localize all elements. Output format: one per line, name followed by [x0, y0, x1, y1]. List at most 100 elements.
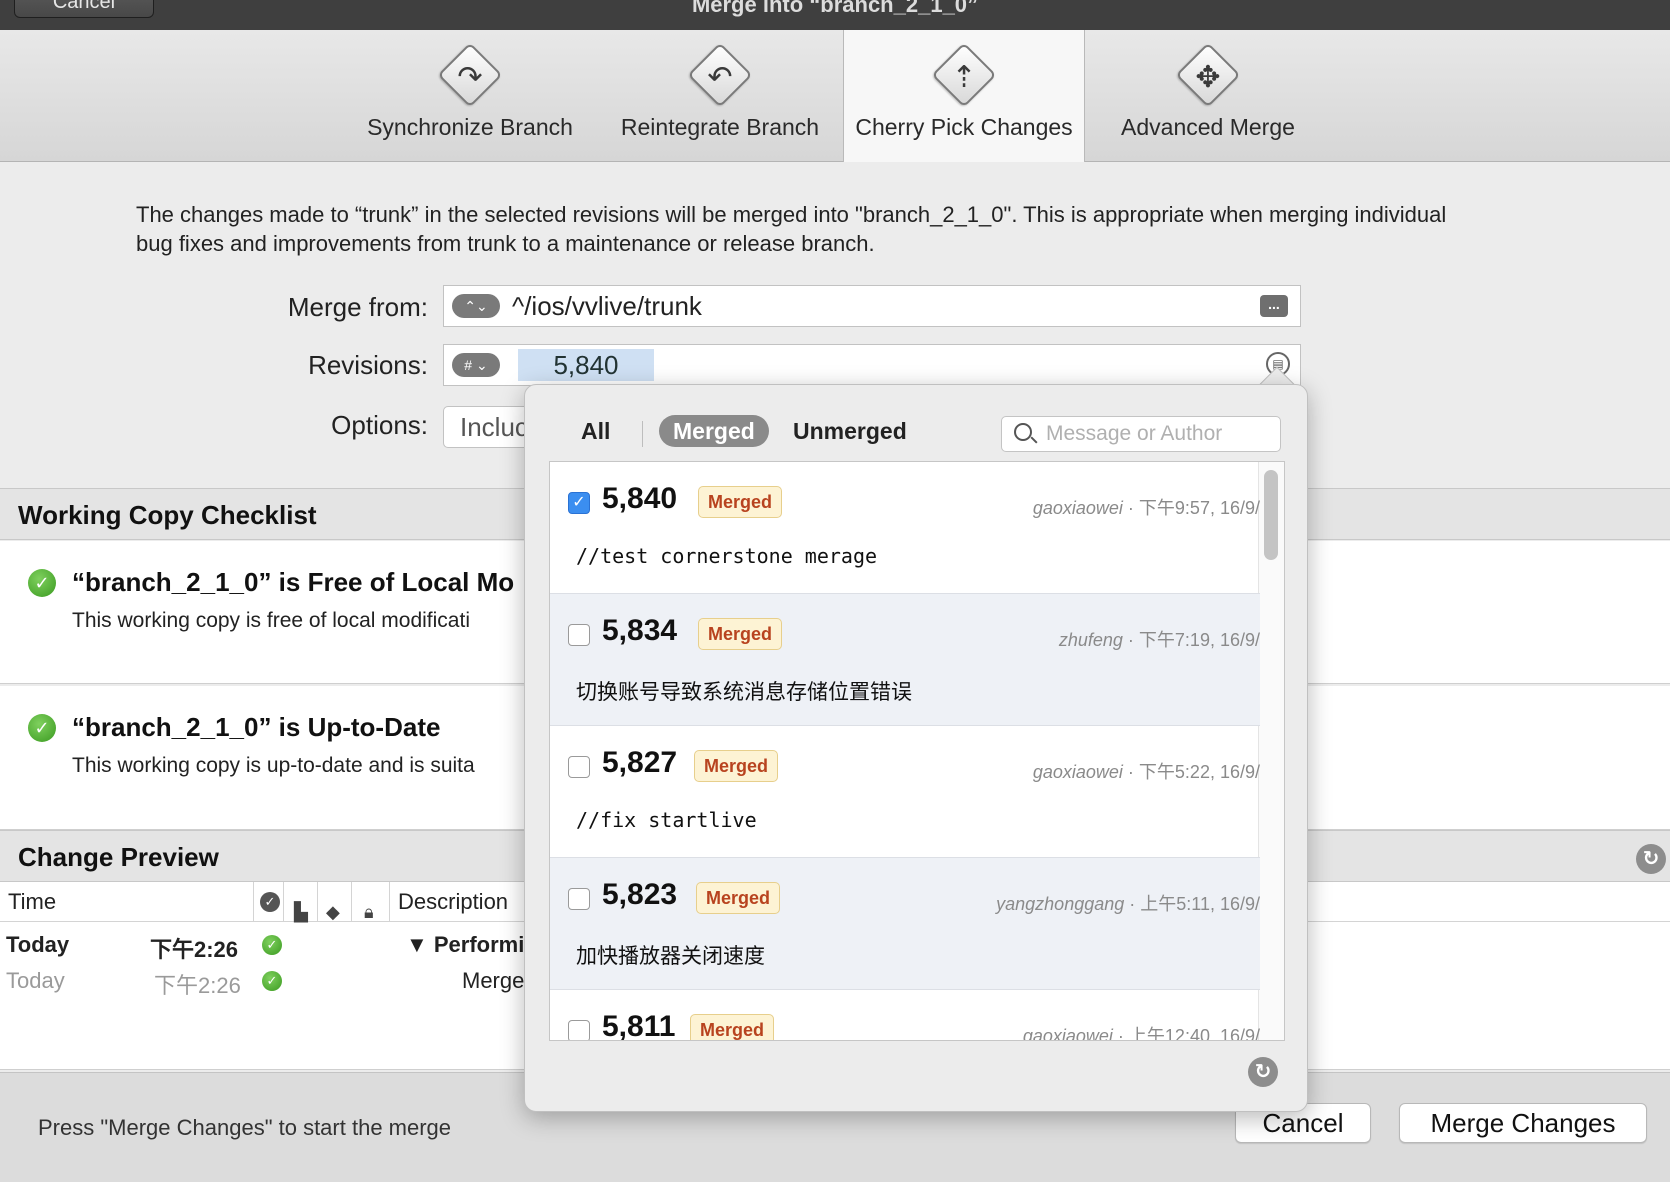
revision-time: · 下午5:22, 16/9/: [1122, 762, 1260, 782]
row-day: Today: [6, 932, 70, 957]
revisions-field[interactable]: # ⌄ 5,840 ▤: [443, 344, 1301, 386]
revision-time: · 上午12:40, 16/9/: [1112, 1026, 1260, 1041]
status-badge: Merged: [698, 618, 783, 650]
tab-reintegrate-branch[interactable]: ↶ Reintegrate Branch: [604, 30, 836, 161]
search-icon: [1014, 423, 1032, 441]
revision-message: 加快播放器关闭速度: [576, 944, 765, 968]
cherry-pick-icon: ⇡: [951, 60, 977, 95]
checklist-item-title: “branch_2_1_0” is Free of Local Mo: [72, 567, 515, 597]
row-day: Today: [6, 968, 65, 993]
revision-meta: gaoxiaowei · 上午12:40, 16/9/: [1023, 1022, 1260, 1041]
revision-author: gaoxiaowei: [1032, 498, 1123, 518]
revision-row[interactable]: 5,834 Merged zhufeng · 下午7:19, 16/9/ 切换账…: [550, 594, 1260, 726]
row-description: ▼ Performi: [406, 932, 525, 957]
row-time: 下午2:26: [150, 937, 239, 962]
revision-time: · 下午7:19, 16/9/: [1122, 630, 1260, 650]
revision-checkbox[interactable]: [568, 1020, 590, 1040]
column-header-time[interactable]: Time: [0, 882, 254, 922]
revision-row[interactable]: 5,811 Merged gaoxiaowei · 上午12:40, 16/9/: [550, 990, 1260, 1041]
tab-advanced-merge[interactable]: ✥ Advanced Merge: [1094, 30, 1322, 161]
column-header-status[interactable]: ✓: [254, 882, 284, 922]
revision-checkbox[interactable]: [568, 756, 590, 778]
check-icon: ✓: [28, 714, 56, 742]
revision-number: 5,834: [602, 614, 678, 647]
revision-search-field[interactable]: [1001, 416, 1281, 452]
revision-picker-popover: All Merged Unmerged ✓ 5,840 Merged gaoxi…: [524, 384, 1308, 1112]
revision-row[interactable]: 5,823 Merged yangzhonggang · 上午5:11, 16/…: [550, 858, 1260, 990]
revision-checkbox[interactable]: [568, 624, 590, 646]
revision-number: 5,823: [602, 878, 678, 911]
tab-label: Reintegrate Branch: [620, 114, 820, 140]
revision-checkbox[interactable]: [568, 888, 590, 910]
merge-mode-toolbar: ↷ Synchronize Branch ↶ Reintegrate Branc…: [0, 30, 1670, 162]
column-header-lock[interactable]: 🔒︎: [352, 882, 390, 922]
status-badge: Merged: [694, 750, 779, 782]
filter-all[interactable]: All: [581, 415, 610, 447]
merge-from-value: ^/ios/vvlive/trunk: [512, 291, 702, 321]
revision-list: ✓ 5,840 Merged gaoxiaowei · 下午9:57, 16/9…: [549, 461, 1285, 1041]
row-description: Merge: [462, 968, 525, 993]
browse-button[interactable]: ...: [1260, 295, 1288, 317]
row-time: 下午2:26: [154, 973, 241, 998]
revision-author: yangzhonggang: [996, 894, 1125, 914]
status-column-icon: ✓: [260, 892, 280, 912]
tab-label: Synchronize Branch: [367, 114, 573, 140]
merge-changes-button[interactable]: Merge Changes: [1399, 1103, 1647, 1143]
window-title: Merge into “branch_2_1_0”: [691, 0, 979, 17]
path-type-popup[interactable]: ⌃⌄: [452, 294, 500, 318]
revision-number: 5,811: [602, 1010, 676, 1041]
revision-number: 5,840: [602, 482, 678, 515]
revision-row[interactable]: 5,827 Merged gaoxiaowei · 下午5:22, 16/9/ …: [550, 726, 1260, 858]
scrollbar-thumb[interactable]: [1264, 470, 1278, 560]
tab-synchronize-branch[interactable]: ↷ Synchronize Branch: [356, 30, 584, 161]
file-icon: ▙: [294, 902, 308, 922]
revision-message: //fix startlive: [576, 808, 757, 832]
check-icon: ✓: [28, 569, 56, 597]
revision-row[interactable]: ✓ 5,840 Merged gaoxiaowei · 下午9:57, 16/9…: [550, 462, 1260, 594]
revision-number: 5,827: [602, 746, 678, 779]
tab-label: Cherry Pick Changes: [855, 114, 1073, 140]
revision-time: · 上午5:11, 16/9/: [1124, 894, 1260, 914]
revision-checkbox[interactable]: ✓: [568, 492, 590, 514]
checklist-item-title: “branch_2_1_0” is Up-to-Date: [72, 712, 441, 742]
revision-meta: gaoxiaowei · 下午5:22, 16/9/: [1033, 758, 1260, 784]
merge-from-field[interactable]: ⌃⌄ ^/ios/vvlive/trunk ...: [443, 285, 1301, 327]
preview-refresh-icon[interactable]: ↻: [1636, 844, 1666, 874]
revision-author: gaoxiaowei: [1032, 762, 1123, 782]
column-header-tag[interactable]: ◆: [318, 882, 352, 922]
filter-unmerged[interactable]: Unmerged: [793, 415, 907, 447]
merge-description: The changes made to “trunk” in the selec…: [136, 202, 1447, 256]
tag-icon: ◆: [326, 902, 340, 922]
checklist-item-subtitle: This working copy is free of local modif…: [72, 609, 470, 632]
revision-meta: zhufeng · 下午7:19, 16/9/: [1059, 626, 1260, 652]
revision-meta: gaoxiaowei · 下午9:57, 16/9/: [1033, 494, 1260, 520]
revision-search-input[interactable]: [1046, 419, 1274, 449]
status-badge: Merged: [696, 882, 781, 914]
tab-label: Advanced Merge: [1121, 114, 1295, 140]
revision-time: · 下午9:57, 16/9/: [1122, 498, 1260, 518]
revision-meta: yangzhonggang · 上午5:11, 16/9/: [996, 890, 1260, 916]
check-icon: ✓: [262, 935, 282, 955]
status-badge: Merged: [698, 486, 783, 518]
title-bar: Cancel Merge into “branch_2_1_0”: [0, 0, 1670, 30]
scrollbar-track[interactable]: [1258, 462, 1284, 1040]
tab-cherry-pick-changes[interactable]: ⇡ Cherry Pick Changes: [843, 30, 1085, 162]
revision-refresh-icon[interactable]: ↻: [1248, 1057, 1278, 1087]
checklist-item-subtitle: This working copy is up-to-date and is s…: [72, 754, 475, 777]
redo-arrow-icon: ↷: [457, 60, 483, 95]
column-header-file[interactable]: ▙: [284, 882, 318, 922]
revision-message: 切换账号导致系统消息存储位置错误: [576, 680, 912, 704]
filter-merged[interactable]: Merged: [659, 415, 769, 447]
merge-from-label: Merge from:: [287, 292, 428, 322]
footer-message: Press "Merge Changes" to start the merge: [38, 1115, 452, 1140]
revisions-label: Revisions:: [308, 350, 428, 380]
undo-arrow-icon: ↶: [707, 60, 733, 95]
check-icon: ✓: [262, 971, 282, 991]
filter-divider: [642, 421, 643, 447]
lock-icon: 🔒︎: [364, 902, 374, 922]
selected-revision-token[interactable]: 5,840: [518, 349, 654, 381]
revision-message: //test cornerstone merage: [576, 544, 878, 568]
revision-type-popup[interactable]: # ⌄: [452, 353, 500, 377]
options-value: Incluc: [460, 412, 528, 442]
revision-author: zhufeng: [1058, 630, 1123, 650]
